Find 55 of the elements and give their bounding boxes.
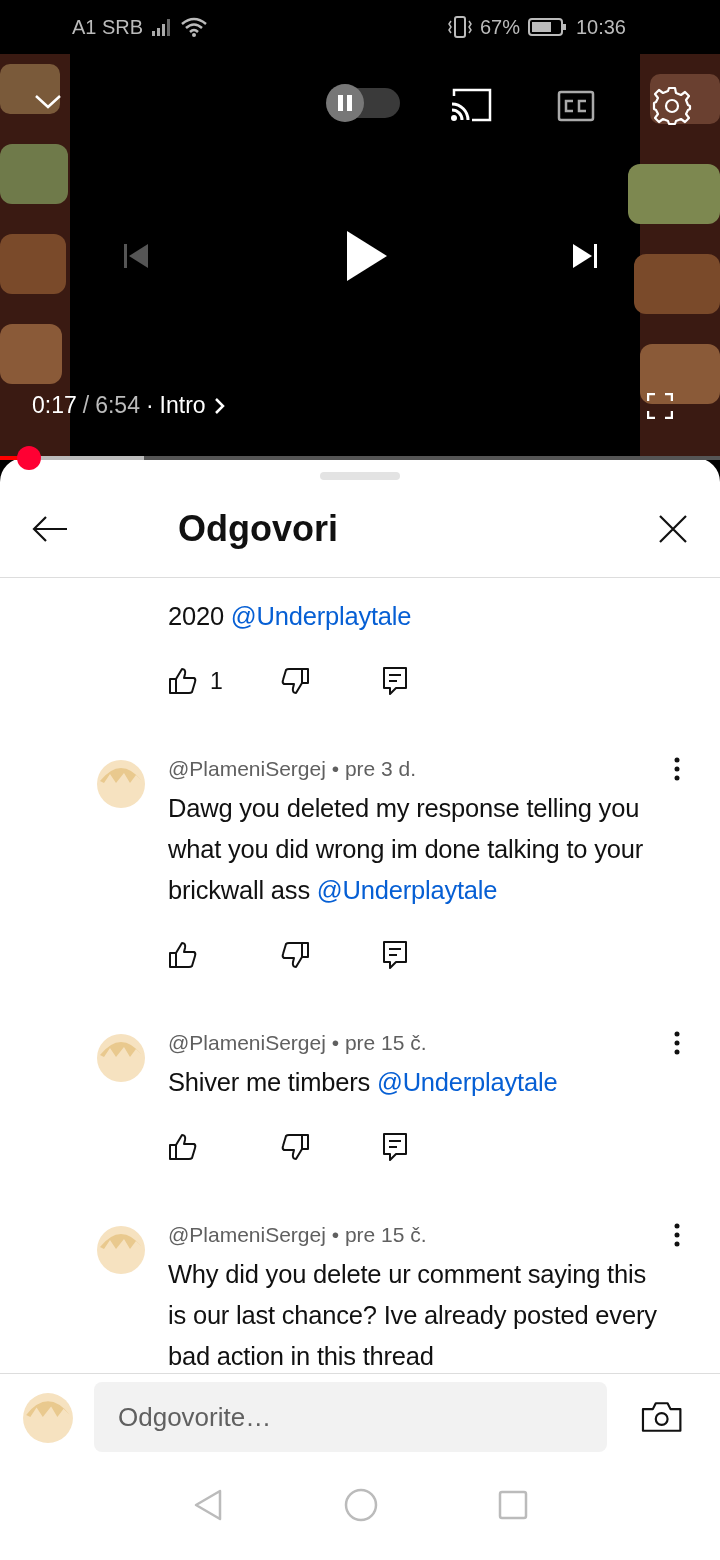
thumbs-up-icon — [168, 667, 198, 695]
thumbs-down-icon — [280, 1133, 310, 1161]
cast-icon[interactable] — [450, 88, 492, 122]
close-icon[interactable] — [658, 513, 688, 544]
battery-icon — [527, 17, 568, 37]
panel-title: Odgovori — [178, 507, 338, 550]
next-icon[interactable] — [571, 243, 599, 269]
reply-button[interactable] — [382, 1132, 408, 1162]
comment-author-time: @PlameniSergej • pre 15 č. — [168, 1223, 427, 1247]
chapter-link[interactable]: Intro — [159, 392, 226, 419]
dot-separator: · — [145, 392, 154, 419]
carrier-name: A1 SRB — [72, 15, 144, 39]
clock-time: 10:36 — [575, 15, 626, 39]
duration: 6:54 — [95, 392, 140, 419]
comment-author-time: @PlameniSergej • pre 15 č. — [168, 1031, 427, 1055]
progress-track[interactable] — [0, 456, 720, 460]
like-button[interactable]: 1 — [168, 667, 280, 695]
chevron-icon — [213, 396, 226, 415]
comment-icon — [382, 940, 408, 970]
reply-button[interactable] — [382, 666, 408, 696]
pause-icon — [335, 93, 355, 113]
more-icon[interactable] — [674, 757, 680, 781]
drag-handle[interactable] — [320, 472, 400, 480]
comment-icon — [382, 1132, 408, 1162]
comment-text: Dawg you deleted my response telling you what you did wrong im done talking to your brickwall ass @Underplaytale — [168, 793, 644, 906]
camera-icon[interactable] — [640, 1401, 682, 1433]
time-separator: / — [82, 392, 90, 419]
thumbs-down-icon — [280, 667, 310, 695]
comment-text: Why did you delete ur comment saying this is our last chance? Ive already posted every bad action in this thread — [168, 1259, 658, 1372]
wifi-icon — [181, 17, 208, 37]
vibrate-icon — [447, 16, 472, 38]
reply-button[interactable] — [382, 940, 408, 970]
more-icon[interactable] — [674, 1223, 680, 1247]
captions-icon[interactable] — [557, 90, 595, 122]
thumbs-up-icon — [168, 941, 198, 969]
thumbs-up-icon — [168, 1133, 198, 1161]
like-count: 1 — [210, 667, 223, 695]
mention-link[interactable]: @Underplaytale — [376, 1068, 558, 1096]
thumbs-down-icon — [280, 941, 310, 969]
previous-icon[interactable] — [122, 243, 150, 269]
battery-percent: 67% — [479, 15, 520, 39]
settings-icon[interactable] — [652, 86, 692, 126]
mention-link[interactable]: @Underplaytale — [230, 602, 412, 630]
current-time: 0:17 — [32, 392, 77, 419]
reply-field[interactable]: Odgovorite… — [94, 1382, 607, 1452]
comment-author-time: @PlameniSergej • pre 3 d. — [168, 757, 417, 781]
play-icon[interactable] — [345, 229, 389, 283]
collapse-icon[interactable] — [34, 94, 62, 110]
fullscreen-icon[interactable] — [647, 393, 673, 419]
comment-text: 2020 @Underplaytale — [168, 601, 413, 632]
more-icon[interactable] — [674, 1031, 680, 1055]
back-icon[interactable] — [32, 514, 68, 543]
comment-text: Shiver me timbers @Underplaytale — [168, 1067, 559, 1098]
comment-icon — [382, 666, 408, 696]
mention-link[interactable]: @Underplaytale — [316, 876, 498, 904]
